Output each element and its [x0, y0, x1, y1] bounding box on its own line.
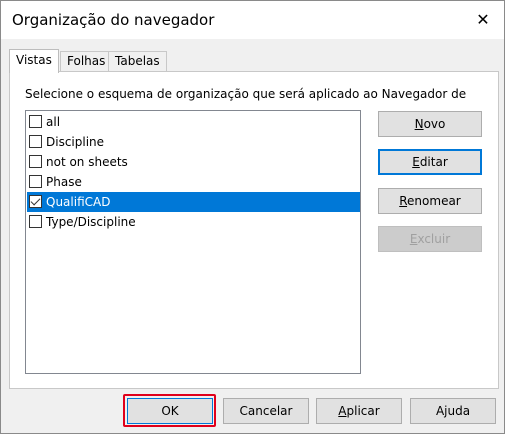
close-icon[interactable]: ✕: [468, 5, 498, 35]
list-item-label: not on sheets: [46, 155, 128, 169]
list-item-label: all: [46, 115, 61, 129]
checkbox-checked[interactable]: [29, 195, 42, 208]
delete-button[interactable]: Excluir: [378, 226, 482, 252]
instruction-text: Selecione o esquema de organização que s…: [25, 87, 467, 101]
list-item[interactable]: all: [27, 112, 360, 132]
tab-panel-vistas: Selecione o esquema de organização que s…: [9, 71, 499, 389]
edit-button-label: ditar: [419, 155, 448, 169]
help-button[interactable]: Ajuda: [410, 398, 496, 424]
rename-button-label: enomear: [407, 194, 461, 208]
apply-button-mnemonic: A: [338, 404, 347, 418]
apply-button[interactable]: Aplicar: [316, 398, 402, 424]
new-button[interactable]: Novo: [378, 111, 482, 137]
list-item[interactable]: Discipline: [27, 132, 360, 152]
edit-button-mnemonic: E: [412, 155, 420, 169]
edit-button[interactable]: Editar: [378, 149, 482, 175]
list-item[interactable]: Type/Discipline: [27, 212, 360, 232]
tab-folhas[interactable]: Folhas: [60, 51, 113, 71]
list-item-label: Phase: [46, 175, 82, 189]
checkbox[interactable]: [29, 215, 42, 228]
checkbox[interactable]: [29, 155, 42, 168]
cancel-button[interactable]: Cancelar: [223, 398, 309, 424]
new-button-label: ovo: [423, 117, 446, 131]
rename-button[interactable]: Renomear: [378, 188, 482, 214]
ok-button-highlight-box: [123, 394, 216, 427]
checkbox[interactable]: [29, 175, 42, 188]
new-button-mnemonic: N: [414, 117, 424, 131]
checkbox[interactable]: [29, 115, 42, 128]
list-item[interactable]: not on sheets: [27, 152, 360, 172]
list-item-selected[interactable]: QualifiCAD: [27, 192, 360, 212]
apply-button-label: plicar: [346, 404, 380, 418]
tab-tabelas[interactable]: Tabelas: [108, 51, 167, 71]
rename-button-mnemonic: R: [399, 194, 408, 208]
window-title: Organização do navegador: [12, 11, 215, 29]
tab-vistas[interactable]: Vistas: [9, 49, 59, 73]
list-item-label: Type/Discipline: [46, 215, 136, 229]
list-item[interactable]: Phase: [27, 172, 360, 192]
list-item-label: QualifiCAD: [46, 195, 111, 209]
browser-organization-dialog: Organização do navegador ✕ Vistas Folhas…: [0, 0, 505, 434]
delete-button-label: xcluir: [417, 232, 451, 246]
list-item-label: Discipline: [46, 135, 105, 149]
organization-scheme-list[interactable]: all Discipline not on sheets Phase Quali…: [25, 110, 361, 374]
checkbox[interactable]: [29, 135, 42, 148]
title-bar: Organização do navegador ✕: [1, 1, 504, 39]
